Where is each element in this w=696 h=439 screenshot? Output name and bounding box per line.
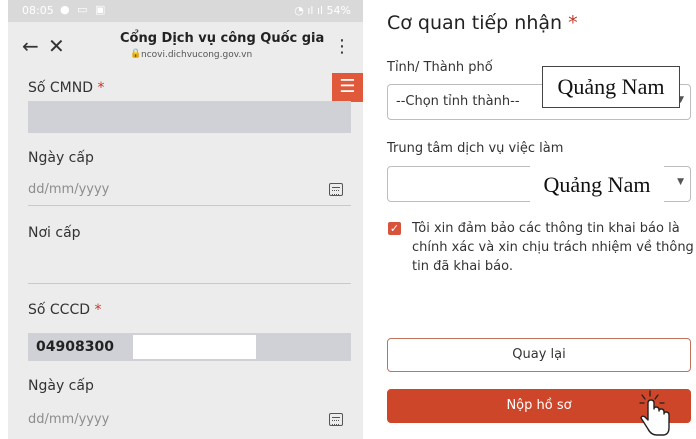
cccd-value: 04908300 xyxy=(36,339,114,355)
required-mark: * xyxy=(568,12,578,34)
battery-level: 54% xyxy=(326,4,351,17)
calendar-icon[interactable] xyxy=(329,413,343,426)
close-icon[interactable]: ✕ xyxy=(48,34,65,58)
signal-icon: ◔ ıl ıl xyxy=(294,4,327,17)
form-panel: Cơ quan tiếp nhận * Tỉnh/ Thành phố --Ch… xyxy=(372,0,696,439)
issue-date-label: Ngày cấp xyxy=(28,378,94,394)
redaction-mask xyxy=(133,335,256,359)
status-right: ◔ ıl ıl 54% xyxy=(294,4,351,17)
issue-date-label: Ngày cấp xyxy=(28,150,94,166)
chevron-down-icon: ▼ xyxy=(677,177,684,187)
issue-place-input[interactable] xyxy=(28,283,351,284)
cccd-input[interactable]: 04908300 xyxy=(28,333,351,361)
status-bar: 08:05 ● ▭ ▣ ◔ ıl ıl 54% xyxy=(8,0,363,22)
province-overlay-label: Quảng Nam xyxy=(542,66,680,108)
browser-toolbar: ← ✕ Cổng Dịch vụ công Quốc gia 🔒 ncovi.d… xyxy=(8,22,363,72)
more-menu-icon[interactable]: ⋮ xyxy=(333,36,351,57)
hamburger-icon: ☰ xyxy=(339,76,356,97)
cmnd-label-text: Số CMND xyxy=(28,80,94,96)
cccd-label: Số CCCD * xyxy=(28,302,101,318)
divider xyxy=(28,205,351,206)
phone-screen: 08:05 ● ▭ ▣ ◔ ıl ıl 54% ← ✕ Cổng Dịch vụ… xyxy=(8,0,363,439)
issue-place-label: Nơi cấp xyxy=(28,225,81,241)
status-time: 08:05 xyxy=(22,4,54,17)
province-label: Tỉnh/ Thành phố xyxy=(387,60,493,75)
issue-date-input[interactable]: dd/mm/yyyy xyxy=(28,412,109,427)
required-mark: * xyxy=(97,80,105,96)
consent-text: Tôi xin đảm bảo các thông tin khai báo l… xyxy=(412,221,694,274)
section-title-text: Cơ quan tiếp nhận xyxy=(387,12,563,34)
center-label: Trung tâm dịch vụ việc làm xyxy=(387,141,564,156)
back-arrow-icon[interactable]: ← xyxy=(22,34,39,58)
issue-date-input[interactable]: dd/mm/yyyy xyxy=(28,182,109,197)
page-title: Cổng Dịch vụ công Quốc gia xyxy=(120,31,325,46)
section-title: Cơ quan tiếp nhận * xyxy=(387,12,578,34)
province-placeholder: --Chọn tỉnh thành-- xyxy=(396,94,520,109)
notification-icons: ● ▭ ▣ xyxy=(60,3,108,16)
consent-checkbox[interactable]: ✓ xyxy=(388,222,401,235)
cmnd-label: Số CMND * xyxy=(28,80,104,96)
page-url: ncovi.dichvucong.gov.vn xyxy=(141,50,253,60)
back-button[interactable]: Quay lại xyxy=(387,338,691,372)
center-overlay-label: Quảng Nam xyxy=(530,166,664,204)
cccd-label-text: Số CCCD xyxy=(28,302,91,318)
required-mark: * xyxy=(94,302,102,318)
calendar-icon[interactable] xyxy=(329,183,343,196)
cmnd-input[interactable] xyxy=(28,101,351,133)
lock-icon: 🔒 xyxy=(130,49,142,59)
hamburger-menu-button[interactable]: ☰ xyxy=(332,73,363,102)
check-icon: ✓ xyxy=(389,222,400,235)
hand-pointer-icon xyxy=(639,390,670,436)
